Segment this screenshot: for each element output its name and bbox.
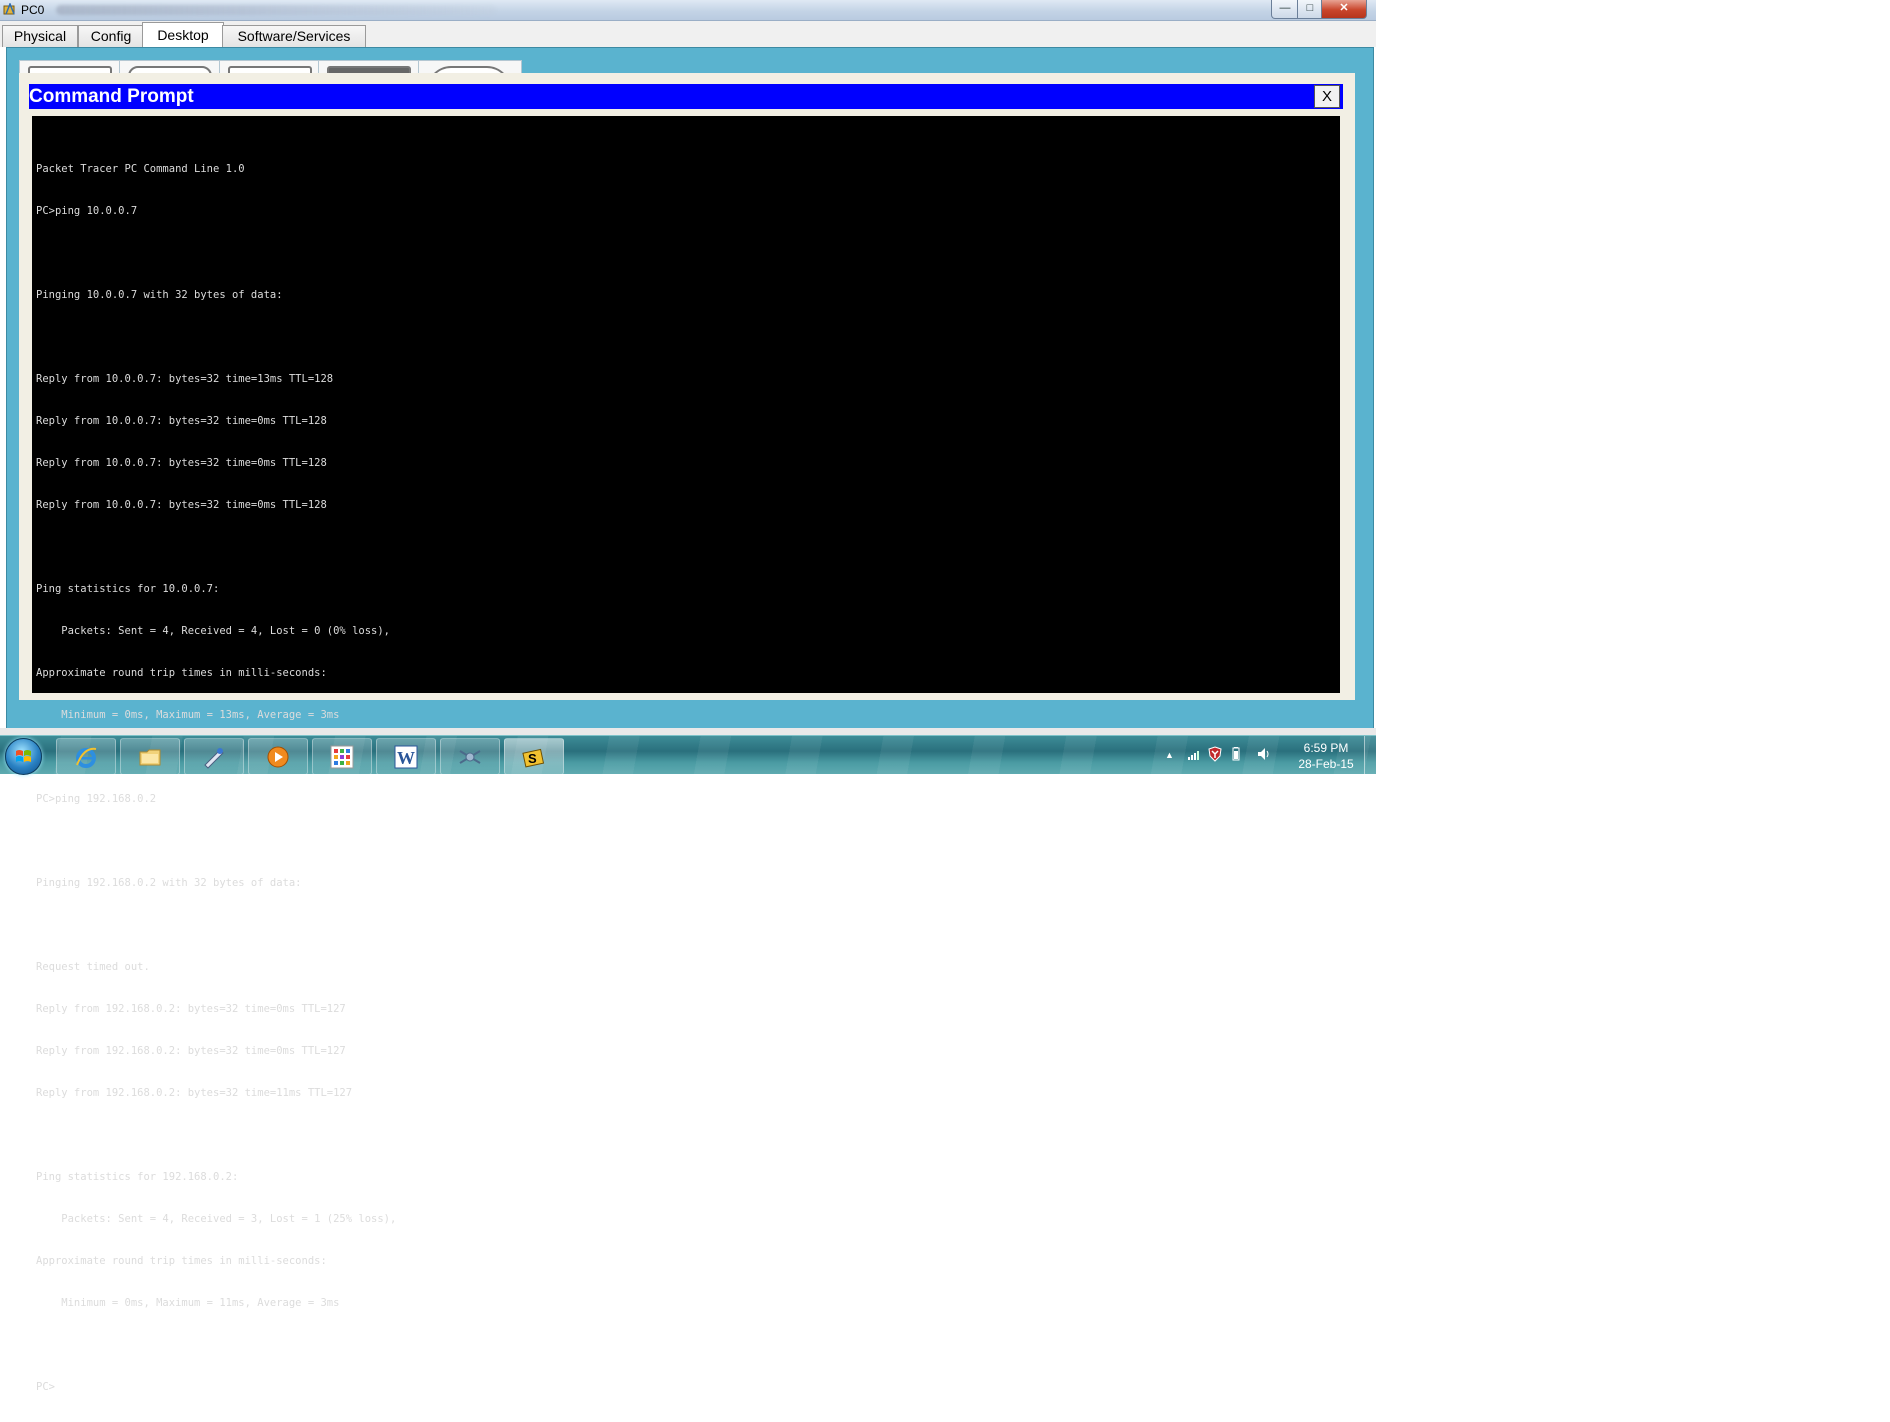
terminal-line: Request timed out. bbox=[36, 961, 150, 973]
taskbar-explorer[interactable] bbox=[120, 738, 180, 775]
show-desktop-button[interactable] bbox=[1364, 736, 1377, 774]
start-button[interactable] bbox=[5, 738, 42, 775]
terminal-text: Packet Tracer PC Command Line 1.0 PC>pin… bbox=[36, 134, 396, 1422]
signal-icon[interactable] bbox=[1186, 746, 1202, 762]
terminal-line: Reply from 192.168.0.2: bytes=32 time=0m… bbox=[36, 1045, 346, 1057]
taskbar-paint[interactable] bbox=[184, 738, 244, 775]
clock-time[interactable]: 6:59 PM bbox=[1296, 741, 1356, 755]
clock-date[interactable]: 28-Feb-15 bbox=[1291, 757, 1361, 771]
terminal-line: Approximate round trip times in milli-se… bbox=[36, 1255, 327, 1267]
packet-tracer-app-icon bbox=[3, 3, 15, 15]
show-hidden-icons-arrow[interactable]: ▲ bbox=[1165, 750, 1174, 760]
close-button[interactable]: ✕ bbox=[1321, 0, 1367, 19]
taskbar: W S ▲ 6:59 PM 28-Feb-15 bbox=[0, 735, 1377, 775]
word-icon: W bbox=[394, 745, 418, 769]
taskbar-internet-explorer[interactable] bbox=[56, 738, 116, 775]
tab-config[interactable]: Config bbox=[78, 25, 144, 47]
tab-physical[interactable]: Physical bbox=[2, 25, 78, 47]
packet-tracer-window: PC0 — □ ✕ Physical Config Desktop Softwa… bbox=[0, 0, 1376, 1393]
terminal-line: Reply from 192.168.0.2: bytes=32 time=0m… bbox=[36, 1003, 346, 1015]
command-prompt-titlebar: Command Prompt X bbox=[29, 84, 1343, 109]
apps-grid-icon bbox=[330, 745, 354, 769]
terminal-line: Pinging 10.0.0.7 with 32 bytes of data: bbox=[36, 289, 283, 301]
speaker-icon[interactable] bbox=[1256, 746, 1272, 762]
command-prompt-title: Command Prompt bbox=[29, 86, 194, 107]
network-tool-icon bbox=[459, 750, 481, 764]
taskbar-packet-tracer[interactable]: S bbox=[504, 738, 564, 775]
terminal-line: Packets: Sent = 4, Received = 3, Lost = … bbox=[36, 1213, 397, 1225]
paint-icon bbox=[204, 748, 224, 769]
terminal-line: Reply from 10.0.0.7: bytes=32 time=0ms T… bbox=[36, 499, 327, 511]
window-titlebar[interactable]: PC0 — □ ✕ bbox=[0, 0, 1376, 21]
terminal-output[interactable]: Packet Tracer PC Command Line 1.0 PC>pin… bbox=[32, 116, 1340, 1393]
terminal-line: Minimum = 0ms, Maximum = 11ms, Average =… bbox=[36, 1297, 340, 1309]
terminal-line: Ping statistics for 10.0.0.7: bbox=[36, 583, 220, 595]
desktop-area: Command Prompt X Packet Tracer PC Comman… bbox=[6, 47, 1374, 1393]
internet-explorer-icon bbox=[76, 747, 97, 768]
battery-icon[interactable] bbox=[1228, 746, 1244, 762]
maximize-button[interactable]: □ bbox=[1297, 0, 1323, 19]
folder-icon bbox=[139, 749, 161, 766]
terminal-line: Reply from 10.0.0.7: bytes=32 time=0ms T… bbox=[36, 415, 327, 427]
terminal-line: Reply from 192.168.0.2: bytes=32 time=11… bbox=[36, 1087, 353, 1099]
taskbar-apps[interactable] bbox=[312, 738, 372, 775]
window-bottom-border bbox=[0, 728, 1376, 735]
taskbar-media-player[interactable] bbox=[248, 738, 308, 775]
taskbar-network-tool[interactable] bbox=[440, 738, 500, 775]
terminal-line: PC>ping 10.0.0.7 bbox=[36, 205, 138, 217]
minimize-button[interactable]: — bbox=[1271, 0, 1299, 19]
media-player-icon bbox=[267, 746, 289, 768]
window-title: PC0 bbox=[21, 3, 45, 17]
terminal-line: Reply from 10.0.0.7: bytes=32 time=13ms … bbox=[36, 373, 334, 385]
taskbar-word[interactable]: W bbox=[376, 738, 436, 775]
terminal-line: Ping statistics for 192.168.0.2: bbox=[36, 1171, 239, 1183]
command-prompt-window: Command Prompt X Packet Tracer PC Comman… bbox=[19, 73, 1355, 1393]
terminal-line: Packet Tracer PC Command Line 1.0 bbox=[36, 163, 245, 175]
terminal-line: Minimum = 0ms, Maximum = 13ms, Average =… bbox=[36, 709, 340, 721]
tab-software-services[interactable]: Software/Services bbox=[222, 25, 366, 47]
terminal-prompt-line: PC> bbox=[36, 1381, 55, 1393]
shield-icon[interactable] bbox=[1207, 746, 1223, 762]
terminal-line: Packets: Sent = 4, Received = 4, Lost = … bbox=[36, 625, 391, 637]
svg-text:S: S bbox=[528, 751, 537, 766]
terminal-line: PC>ping 192.168.0.2 bbox=[36, 793, 157, 805]
svg-text:W: W bbox=[397, 748, 415, 768]
terminal-line: Pinging 192.168.0.2 with 32 bytes of dat… bbox=[36, 877, 302, 889]
blurred-title-path bbox=[56, 5, 496, 15]
windows-logo-icon bbox=[16, 750, 31, 762]
command-prompt-close-button[interactable]: X bbox=[1314, 85, 1340, 108]
packet-tracer-icon: S bbox=[522, 748, 545, 768]
tab-strip: Physical Config Desktop Software/Service… bbox=[0, 21, 1376, 48]
terminal-line: Reply from 10.0.0.7: bytes=32 time=0ms T… bbox=[36, 457, 327, 469]
tab-desktop[interactable]: Desktop bbox=[142, 22, 224, 48]
terminal-line: Approximate round trip times in milli-se… bbox=[36, 667, 327, 679]
